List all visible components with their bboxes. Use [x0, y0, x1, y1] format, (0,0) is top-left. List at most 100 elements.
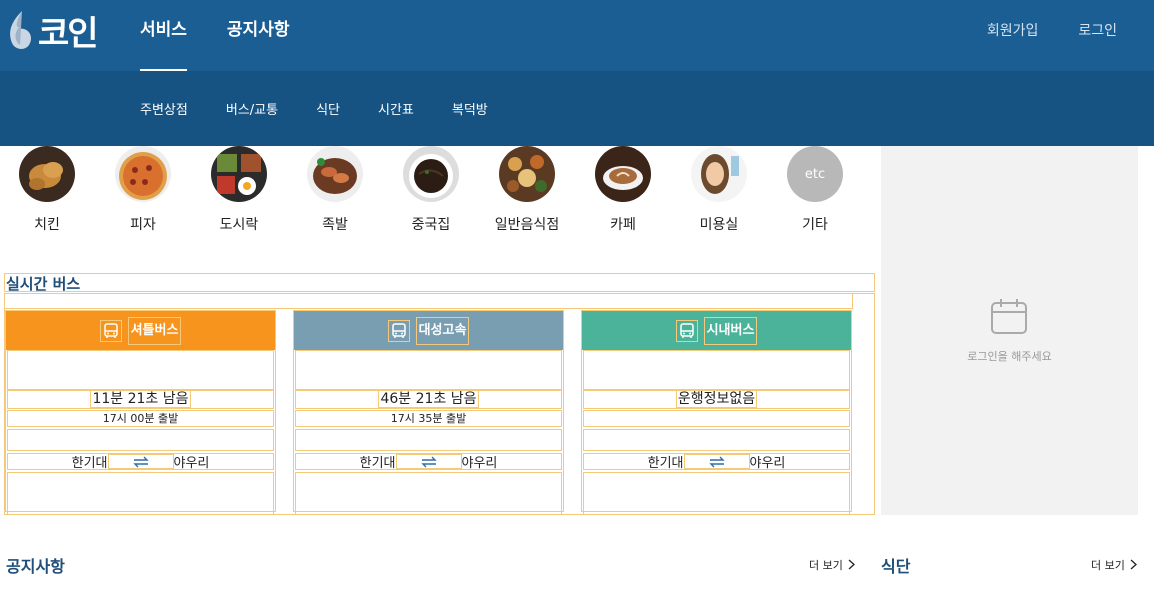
bus-remaining-time-text: 운행정보없음 [675, 390, 758, 408]
category-label: 족발 [322, 217, 348, 233]
route-from: 한기대 [71, 456, 108, 471]
logo[interactable]: 코인 [6, 8, 99, 54]
bus-icon [675, 319, 698, 342]
subnav-timetable[interactable]: 시간표 [378, 99, 414, 118]
bus-depart-time [583, 410, 850, 427]
category-cafe[interactable]: 카페 [583, 146, 663, 234]
bus-icon [99, 319, 122, 342]
category-chinese[interactable]: 중국집 [391, 146, 471, 234]
category-restaurant[interactable]: 일반음식점 [487, 146, 567, 234]
nav-services[interactable]: 서비스 [140, 0, 187, 71]
bus-remaining-time: 46분 21초 남음 [295, 390, 562, 409]
category-label: 중국집 [411, 217, 451, 233]
meal-section-title: 식단 [881, 557, 911, 576]
restaurant-image [499, 146, 555, 202]
subnav-bus[interactable]: 버스/교통 [226, 99, 278, 118]
meal-more-label: 더 보기 [1091, 559, 1125, 572]
notice-section-title: 공지사항 [6, 557, 65, 576]
nav-notice[interactable]: 공지사항 [227, 0, 290, 71]
login-prompt: 로그인을 해주세요 [967, 350, 1052, 363]
top-navigation-bar: 코인 서비스 공지사항 회원가입 로그인 [0, 0, 1154, 71]
user-nav: 회원가입 로그인 [947, 0, 1117, 60]
spacer [7, 429, 274, 451]
category-label: 미용실 [699, 217, 739, 233]
bus-route: 한기대 야우리 [583, 453, 850, 471]
category-salon[interactable]: 미용실 [679, 146, 759, 234]
category-label: 기타 [802, 217, 828, 233]
bus-title-box [4, 273, 875, 292]
category-label: 일반음식점 [494, 217, 560, 233]
chevron-right-icon [1130, 559, 1138, 570]
spacer [583, 429, 850, 451]
swap-arrows-icon [708, 456, 725, 467]
bus-card-header: 셔틀버스 [6, 311, 275, 350]
swap-arrows-icon [420, 456, 437, 467]
store-categories: 치킨 피자 도시락 족발 중국집 일반음식점 카페 미용실 etc 기타 [0, 146, 880, 246]
jokbal-image [307, 146, 363, 202]
lunchbox-image [211, 146, 267, 202]
salon-image [691, 146, 747, 202]
signup-link[interactable]: 회원가입 [987, 20, 1039, 40]
category-pizza[interactable]: 피자 [103, 146, 183, 234]
swap-direction-button[interactable] [395, 454, 462, 469]
route-to: 야우리 [461, 456, 498, 471]
cafe-image [595, 146, 651, 202]
route-to: 야우리 [749, 456, 786, 471]
etc-image-text: etc [804, 166, 826, 182]
bus-remaining-time: 운행정보없음 [583, 390, 850, 409]
bus-route: 한기대 야우리 [295, 453, 562, 471]
login-link[interactable]: 로그인 [1078, 20, 1117, 40]
category-label: 치킨 [34, 217, 60, 233]
category-jokbal[interactable]: 족발 [295, 146, 375, 234]
category-label: 카페 [610, 217, 636, 233]
subnav-stores[interactable]: 주변상점 [140, 99, 188, 118]
bus-depart-time: 17시 00분 출발 [7, 410, 274, 427]
bus-icon [387, 319, 410, 342]
bus-remaining-time-text: 46분 21초 남음 [378, 390, 479, 408]
calendar-icon [991, 299, 1027, 334]
bus-card-header: 시내버스 [582, 311, 851, 350]
bus-card-header: 대성고속 [294, 311, 563, 350]
category-etc[interactable]: etc 기타 [775, 146, 855, 234]
pizza-image [115, 146, 171, 202]
bus-strip [4, 293, 853, 309]
sub-navigation-bar: 주변상점 버스/교통 식단 시간표 복덕방 [0, 71, 1154, 146]
category-chicken[interactable]: 치킨 [7, 146, 87, 234]
swap-direction-button[interactable] [683, 454, 750, 469]
spacer [295, 350, 562, 390]
bus-remaining-time: 11분 21초 남음 [7, 390, 274, 409]
swap-arrows-icon [132, 456, 149, 467]
meal-more-link[interactable]: 더 보기 [1091, 557, 1138, 573]
swap-direction-button[interactable] [107, 454, 174, 469]
bus-route: 한기대 야우리 [7, 453, 274, 471]
bus-depart-time: 17시 35분 출발 [295, 410, 562, 427]
bus-name: 셔틀버스 [127, 316, 182, 345]
notice-more-label: 더 보기 [809, 559, 843, 572]
route-to: 야우리 [173, 456, 210, 471]
bus-card-shuttle[interactable]: 셔틀버스 11분 21초 남음 17시 00분 출발 한기대 야우리 [5, 310, 276, 515]
category-label: 피자 [130, 217, 156, 233]
bus-card-express[interactable]: 대성고속 46분 21초 남음 17시 35분 출발 한기대 야우리 [293, 310, 564, 515]
bus-section-title: 실시간 버스 [6, 275, 81, 293]
bus-name: 대성고속 [415, 316, 470, 345]
spacer [7, 350, 274, 390]
route-from: 한기대 [647, 456, 684, 471]
sub-nav: 주변상점 버스/교통 식단 시간표 복덕방 [140, 71, 526, 146]
subnav-meal[interactable]: 식단 [316, 99, 340, 118]
spacer [295, 429, 562, 451]
bus-name: 시내버스 [703, 316, 758, 345]
spacer [295, 472, 562, 515]
spacer [7, 472, 274, 515]
subnav-room[interactable]: 복덕방 [452, 99, 488, 118]
spacer [583, 472, 850, 515]
bus-card-city[interactable]: 시내버스 운행정보없음 한기대 야우리 [581, 310, 852, 515]
route-from: 한기대 [359, 456, 396, 471]
chinese-food-image [403, 146, 459, 202]
main-nav: 서비스 공지사항 [140, 0, 329, 71]
notice-more-link[interactable]: 더 보기 [809, 557, 856, 573]
logo-text: 코인 [38, 13, 99, 54]
bus-remaining-time-text: 11분 21초 남음 [90, 390, 191, 408]
category-label: 도시락 [219, 217, 259, 233]
etc-image: etc [787, 146, 843, 202]
category-lunchbox[interactable]: 도시락 [199, 146, 279, 234]
